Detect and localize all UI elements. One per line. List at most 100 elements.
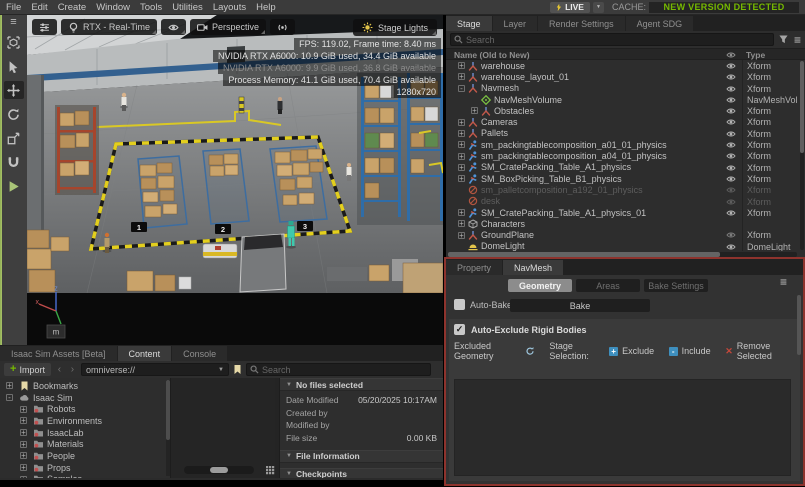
- visibility-eye-icon[interactable]: [726, 118, 736, 126]
- cursor-tool-button[interactable]: [4, 57, 24, 75]
- visibility-eye-icon[interactable]: [726, 152, 736, 160]
- toolbar-menu-icon[interactable]: ≡: [4, 17, 24, 27]
- expand-icon[interactable]: [458, 220, 465, 227]
- back-button[interactable]: ‹: [55, 364, 64, 375]
- stage-vertical-scrollbar[interactable]: [800, 61, 804, 250]
- expand-icon[interactable]: [458, 62, 465, 69]
- tab-layer[interactable]: Layer: [493, 16, 538, 31]
- stage-row[interactable]: PalletsXform: [446, 128, 805, 139]
- live-dropdown-button[interactable]: [593, 2, 604, 13]
- expand-icon[interactable]: [458, 119, 465, 126]
- visibility-eye-icon[interactable]: [726, 243, 736, 251]
- file-grid-area[interactable]: [170, 378, 280, 478]
- visibility-eye-icon[interactable]: [726, 198, 736, 206]
- stage-row[interactable]: SM_CratePacking_Table_A1_physics_01Xform: [446, 207, 805, 218]
- tree-item-people[interactable]: People: [0, 450, 170, 462]
- stage-row[interactable]: GroundPlaneXform: [446, 229, 805, 240]
- bookmark-icon[interactable]: [233, 364, 242, 375]
- menu-tools[interactable]: Tools: [140, 2, 162, 13]
- stage-row[interactable]: NavMeshVolumeNavMeshVolume: [446, 94, 805, 105]
- stage-lights-button[interactable]: Stage Lights: [353, 19, 437, 36]
- tab-content[interactable]: Content: [118, 346, 172, 361]
- expand-icon[interactable]: [6, 382, 13, 389]
- tab-isaac-sim-assets[interactable]: Isaac Sim Assets [Beta]: [0, 346, 117, 361]
- tree-item-bookmarks[interactable]: Bookmarks: [0, 380, 170, 392]
- tab-agent-sdg[interactable]: Agent SDG: [626, 16, 694, 31]
- checkpoints-header[interactable]: ▼Checkpoints: [280, 468, 443, 479]
- viewport[interactable]: 1 2 3: [27, 15, 443, 345]
- expand-icon[interactable]: [458, 73, 465, 80]
- camera-selector[interactable]: Perspective: [190, 19, 266, 35]
- navmesh-options-icon[interactable]: ≡: [780, 277, 787, 287]
- expand-icon[interactable]: [458, 232, 465, 239]
- content-search-box[interactable]: [246, 363, 431, 376]
- bake-settings-mode-button[interactable]: Bake Settings: [644, 279, 708, 292]
- file-grid-scrollbar[interactable]: [275, 378, 279, 478]
- areas-mode-button[interactable]: Areas: [576, 279, 640, 292]
- selection-header[interactable]: ▼No files selected: [280, 378, 443, 391]
- exclude-plus-icon[interactable]: [609, 347, 618, 356]
- expand-icon[interactable]: [458, 164, 465, 171]
- expand-icon[interactable]: [20, 452, 27, 459]
- visibility-eye-icon[interactable]: [726, 107, 736, 115]
- import-button[interactable]: + Import: [4, 363, 51, 376]
- scale-tool-button[interactable]: [4, 129, 24, 147]
- play-button[interactable]: [4, 177, 24, 195]
- visibility-eye-icon[interactable]: [726, 73, 736, 81]
- stage-search-input[interactable]: [466, 35, 773, 45]
- menu-edit[interactable]: Edit: [31, 2, 47, 13]
- column-type[interactable]: Type: [746, 50, 765, 60]
- filter-icon[interactable]: [779, 35, 789, 44]
- menu-window[interactable]: Window: [96, 2, 130, 13]
- stage-row[interactable]: sm_palletcomposition_a192_01_physicsXfor…: [446, 184, 805, 195]
- expand-icon[interactable]: [458, 209, 465, 216]
- thumbnail-size-slider[interactable]: [184, 466, 254, 474]
- remove-x-icon[interactable]: ✕: [725, 346, 733, 357]
- snap-tool-button[interactable]: [4, 153, 24, 171]
- stage-column-header[interactable]: Name (Old to New) Type: [446, 48, 805, 60]
- excluded-geometry-list[interactable]: [454, 379, 791, 476]
- live-button[interactable]: LIVE: [550, 2, 590, 13]
- include-button[interactable]: Include: [682, 346, 711, 356]
- visibility-eye-icon[interactable]: [726, 62, 736, 70]
- tab-navmesh[interactable]: NavMesh: [503, 260, 563, 275]
- expand-icon[interactable]: [458, 153, 465, 160]
- menu-help[interactable]: Help: [256, 2, 276, 13]
- stage-row[interactable]: ObstaclesXform: [446, 105, 805, 116]
- select-mode-button[interactable]: [4, 33, 24, 51]
- tree-item-samples[interactable]: Samples: [0, 474, 170, 479]
- stage-search-box[interactable]: [450, 33, 774, 46]
- bake-button[interactable]: Bake: [510, 299, 650, 312]
- tree-item-environments[interactable]: Environments: [0, 415, 170, 427]
- visibility-eye-icon[interactable]: [726, 96, 736, 104]
- visibility-eye-icon[interactable]: [726, 85, 736, 93]
- tab-render-settings[interactable]: Render Settings: [538, 16, 625, 31]
- stage-row[interactable]: sm_packingtablecomposition_a01_01_physic…: [446, 139, 805, 150]
- column-name[interactable]: Name (Old to New): [454, 50, 530, 60]
- exclude-button[interactable]: Exclude: [622, 346, 654, 356]
- refresh-icon[interactable]: [525, 346, 535, 356]
- expand-icon[interactable]: [20, 441, 27, 448]
- visibility-eye-icon[interactable]: [726, 130, 736, 138]
- move-tool-button[interactable]: [4, 81, 24, 99]
- menu-utilities[interactable]: Utilities: [172, 2, 203, 13]
- path-input[interactable]: [86, 365, 218, 375]
- remove-selected-button[interactable]: Remove Selected: [737, 341, 795, 361]
- content-search-input[interactable]: [262, 365, 430, 375]
- collapse-icon[interactable]: [6, 394, 13, 401]
- expand-icon[interactable]: [20, 476, 27, 478]
- stage-row[interactable]: warehouseXform: [446, 60, 805, 71]
- tree-item-materials[interactable]: Materials: [0, 438, 170, 450]
- include-minus-icon[interactable]: [669, 347, 678, 356]
- expand-icon[interactable]: [20, 417, 27, 424]
- visibility-options-button[interactable]: [161, 19, 186, 35]
- stage-row[interactable]: deskXform: [446, 196, 805, 207]
- rotate-tool-button[interactable]: [4, 105, 24, 123]
- tab-property[interactable]: Property: [446, 260, 502, 275]
- visibility-eye-icon[interactable]: [726, 186, 736, 194]
- visibility-eye-icon[interactable]: [726, 231, 736, 239]
- path-field[interactable]: ▼: [81, 363, 229, 376]
- viewport-settings-button[interactable]: [32, 19, 57, 35]
- visibility-eye-icon[interactable]: [726, 141, 736, 149]
- stage-options-icon[interactable]: ≡: [794, 35, 801, 45]
